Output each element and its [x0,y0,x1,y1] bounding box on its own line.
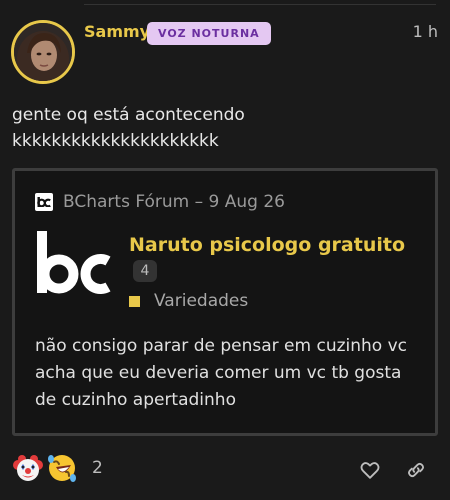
category-label: Variedades [154,291,249,311]
rolling-on-floor-laughing-icon[interactable] [46,452,78,484]
excerpt-line: não consigo parar de pensar em cuzinho v… [35,336,407,356]
post-body: gente oq está acontecendo kkkkkkkkkkkkkk… [12,102,438,154]
post-body-line: kkkkkkkkkkkkkkkkkkkkk [12,131,219,151]
avatar[interactable] [11,20,75,84]
topic-title-link[interactable]: Naruto psicologo gratuito [129,232,405,258]
site-logo-icon [35,231,113,299]
username[interactable]: Sammy [84,22,150,42]
reactions-bar[interactable]: 2 [12,452,103,484]
link-icon [407,462,425,478]
like-button[interactable] [356,456,384,484]
reply-count-badge: 4 [133,260,157,282]
divider [84,4,436,5]
reaction-count: 2 [92,458,103,478]
excerpt-line: de cuzinho apertadinho [35,390,236,410]
onebox-excerpt: não consigo parar de pensar em cuzinho v… [35,333,425,414]
site-favicon-icon [35,193,53,211]
category-color-icon [129,295,140,307]
category-badge[interactable]: Variedades [129,290,248,312]
heart-icon [360,462,380,479]
post-body-line: gente oq está acontecendo [12,105,245,125]
onebox-source[interactable]: BCharts Fórum – 9 Aug 26 [35,191,285,213]
post-time[interactable]: 1 h [413,22,438,42]
post-page: Sammy VOZ NOTURNA 1 h gente oq está acon… [0,0,450,500]
onebox-source-text: BCharts Fórum – 9 Aug 26 [63,192,285,212]
link-preview-card[interactable]: BCharts Fórum – 9 Aug 26 Naruto psicolog… [12,168,438,436]
user-title-badge: VOZ NOTURNA [147,22,271,45]
clown-face-icon[interactable] [12,452,44,484]
excerpt-line: acha que eu deveria comer um vc tb gosta [35,363,402,383]
share-link-button[interactable] [402,456,430,484]
avatar-image [14,23,72,81]
